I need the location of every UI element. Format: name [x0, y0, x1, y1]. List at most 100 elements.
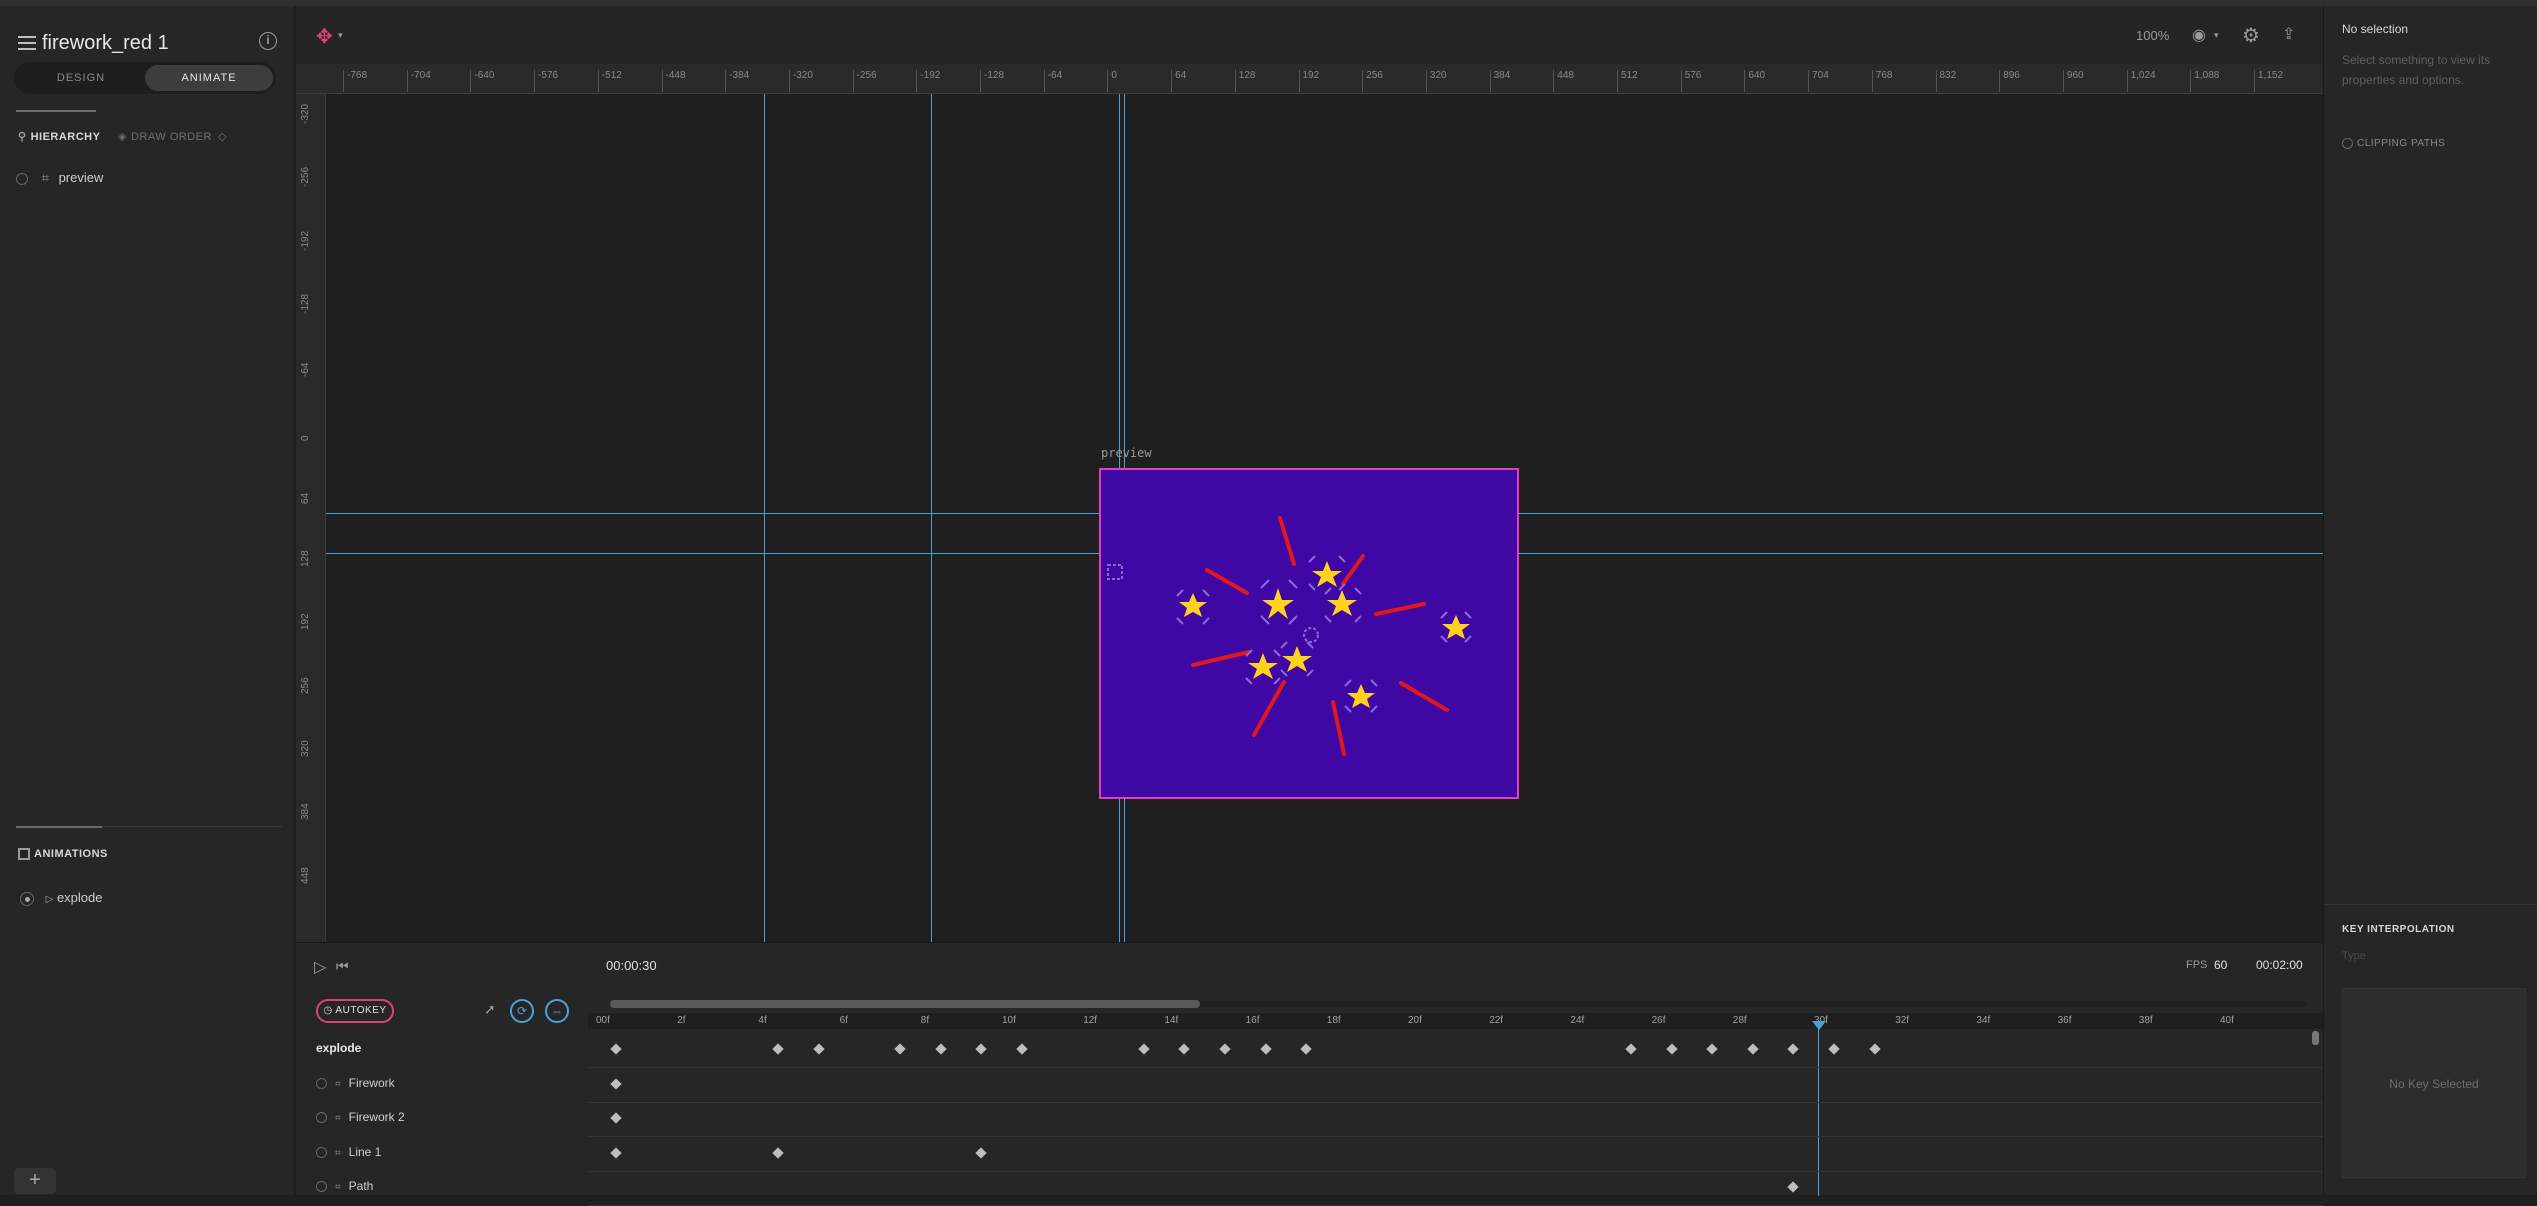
fps-input[interactable]: 60: [2214, 958, 2227, 972]
keyframe[interactable]: [1706, 1043, 1718, 1055]
ruler-tick: [1999, 70, 2001, 92]
tab-design[interactable]: DESIGN: [17, 65, 145, 91]
clipping-paths-section[interactable]: CLIPPING PATHS: [2342, 138, 2445, 149]
ruler-label: -256: [856, 70, 877, 81]
current-time[interactable]: 00:00:30: [606, 958, 657, 973]
layer-type-icon: ⌗: [335, 1113, 341, 1124]
track-separator: [588, 1170, 2323, 1172]
animation-item-explode[interactable]: ▷ explode: [20, 890, 103, 906]
timeline-scrollbar[interactable]: [2312, 1031, 2319, 1045]
keyframe[interactable]: [1828, 1043, 1840, 1055]
ruler-label: 64: [1175, 70, 1187, 81]
tree-item-preview[interactable]: ⌗ preview: [16, 170, 103, 186]
track-row[interactable]: explode: [316, 1041, 361, 1055]
timeline-scroll-thumb[interactable]: [610, 1000, 1200, 1008]
tab-draw-order[interactable]: ◈ DRAW ORDER ◇: [118, 130, 227, 143]
eye-icon[interactable]: ◉: [2192, 25, 2206, 45]
expand-icon[interactable]: [316, 1146, 327, 1158]
ruler-tick: [1171, 70, 1173, 92]
zoom-level[interactable]: 100%: [2136, 28, 2169, 43]
loop-icon[interactable]: ⟳: [510, 999, 534, 1023]
ruler-label: -192: [920, 70, 941, 81]
ruler-tick: [597, 70, 599, 92]
keyframe[interactable]: [975, 1043, 988, 1055]
track-row[interactable]: ⌗ Firework: [316, 1076, 395, 1090]
add-animation-button[interactable]: +: [14, 1168, 56, 1194]
keyframe[interactable]: [1787, 1043, 1800, 1055]
ruler-tick: [470, 70, 472, 92]
keyframe[interactable]: [1665, 1043, 1678, 1055]
chevron-down-icon-2[interactable]: ▾: [2214, 30, 2219, 41]
keyframe[interactable]: [772, 1043, 785, 1055]
keyframe[interactable]: [1747, 1043, 1759, 1055]
guide-vertical[interactable]: [764, 94, 765, 942]
keyframe[interactable]: [813, 1043, 825, 1055]
frame-label: 6f: [839, 1015, 848, 1026]
expand-icon[interactable]: [316, 1077, 327, 1089]
duration-input[interactable]: 00:02:00: [2256, 958, 2303, 972]
keyframe[interactable]: [772, 1146, 785, 1159]
canvas[interactable]: preview: [326, 94, 2323, 942]
expand-icon[interactable]: [316, 1112, 327, 1124]
keyframe[interactable]: [935, 1043, 947, 1055]
track-label: Line 1: [348, 1144, 382, 1159]
ruler-label: 448: [300, 866, 311, 884]
expand-icon[interactable]: [316, 1181, 327, 1193]
track-row[interactable]: ⌗ Firework 2: [316, 1110, 405, 1124]
ruler-tick: [1744, 70, 1746, 92]
frame-ruler[interactable]: 00f 2f 4f 6f 8f 10f 12f 14f 16f 18f 20f 22f 24f 26f 28…: [588, 1013, 2323, 1029]
draw-order-label: DRAW ORDER: [130, 131, 212, 143]
cursor-icon[interactable]: ➚: [484, 1001, 496, 1018]
ruler-tick: [1043, 70, 1045, 92]
keyframe[interactable]: [1300, 1043, 1312, 1055]
active-radio-icon[interactable]: [20, 891, 34, 906]
track-row[interactable]: ⌗ Line 1: [316, 1145, 381, 1159]
guide-vertical[interactable]: [931, 94, 932, 942]
ruler-tick: [1234, 70, 1236, 92]
keyframe[interactable]: [1219, 1043, 1231, 1055]
diamond-icon: ◇: [217, 131, 227, 143]
keyframe[interactable]: [610, 1146, 622, 1159]
keyframe[interactable]: [610, 1043, 622, 1055]
skip-to-start-icon[interactable]: ⏮: [336, 958, 349, 975]
tab-animate[interactable]: ANIMATE: [145, 65, 273, 91]
keyframe[interactable]: [1178, 1043, 1191, 1055]
play-icon[interactable]: ▷: [314, 957, 326, 977]
keyframe[interactable]: [610, 1077, 622, 1090]
keyframe[interactable]: [1625, 1043, 1637, 1055]
keyframe[interactable]: [975, 1146, 988, 1159]
artboard-label[interactable]: preview: [1101, 446, 1152, 460]
frame-label: 36f: [2057, 1015, 2072, 1026]
keyframe[interactable]: [1868, 1043, 1881, 1055]
interpolation-type-select[interactable]: Type: [2342, 950, 2532, 970]
keyframe[interactable]: [1138, 1043, 1150, 1055]
layer-type-icon: ⌗: [335, 1078, 341, 1090]
frame-label: 00f: [596, 1015, 610, 1026]
keyframe[interactable]: [610, 1112, 622, 1124]
artboard-preview[interactable]: [1099, 468, 1519, 799]
ruler-label: 256: [1366, 70, 1383, 81]
frame-label: 24f: [1570, 1015, 1585, 1026]
expand-icon[interactable]: [16, 172, 28, 185]
ruler-label: 192: [300, 613, 311, 631]
play-small-icon: ▷: [45, 894, 54, 905]
keyframe[interactable]: [1016, 1043, 1028, 1055]
keyframe[interactable]: [1787, 1181, 1800, 1193]
info-icon[interactable]: i: [259, 32, 277, 50]
ruler-label: 576: [1684, 70, 1702, 81]
settings-gear-icon[interactable]: ⚙: [2242, 23, 2260, 48]
pingpong-icon[interactable]: ⇔: [545, 999, 569, 1023]
track-row[interactable]: ⌗ Path: [316, 1179, 373, 1193]
autokey-toggle[interactable]: ◷ AUTOKEY: [316, 999, 394, 1023]
chevron-down-icon[interactable]: ▾: [338, 30, 343, 41]
keyframe[interactable]: [894, 1043, 906, 1055]
keyframe[interactable]: [1259, 1043, 1272, 1055]
playhead-handle[interactable]: [1812, 1021, 1826, 1030]
ruler-label: -576: [538, 70, 559, 81]
move-tool-icon[interactable]: ✥: [316, 24, 333, 49]
tab-hierarchy[interactable]: ⚲ HIERARCHY: [18, 130, 100, 143]
file-title[interactable]: firework_red 1: [42, 32, 169, 55]
menu-icon[interactable]: [18, 36, 36, 50]
ruler-label: 1,088: [2194, 70, 2220, 81]
export-icon[interactable]: ⇪: [2282, 24, 2295, 44]
